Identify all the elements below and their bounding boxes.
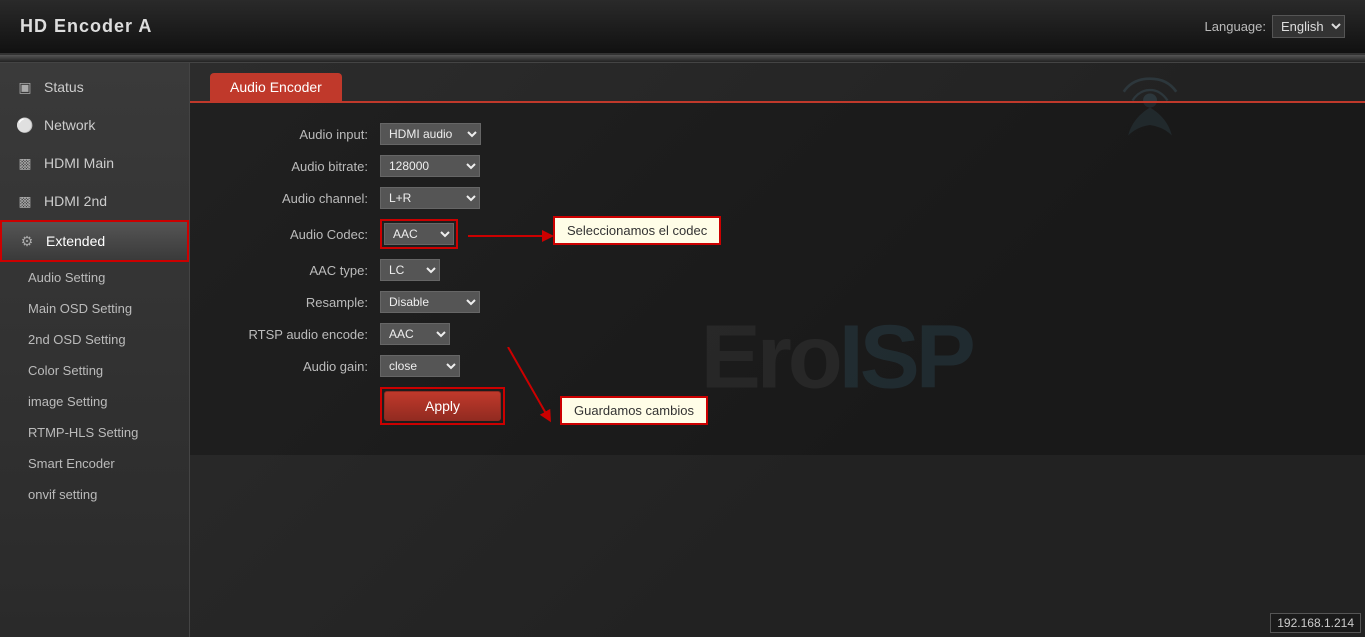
main-layout: ▣ Status ⚪ Network ▩ HDMI Main ▩ HDMI 2n…: [0, 63, 1365, 637]
aac-type-label: AAC type:: [230, 263, 380, 278]
audio-channel-label: Audio channel:: [230, 191, 380, 206]
main-content: EroISP Audio Encoder Audio input: HDMI a…: [190, 63, 1365, 637]
sidebar-sub-2nd-osd[interactable]: 2nd OSD Setting: [0, 324, 189, 355]
resample-row: Resample: Disable Enable: [230, 291, 1325, 313]
audio-bitrate-row: Audio bitrate: 128000 64000 256000: [230, 155, 1325, 177]
sidebar-sub-rtmp-hls[interactable]: RTMP-HLS Setting: [0, 417, 189, 448]
screen-icon-main: ▩: [16, 154, 34, 172]
audio-input-row: Audio input: HDMI audio Analog audio: [230, 123, 1325, 145]
aac-type-select[interactable]: LC HE HEv2: [380, 259, 440, 281]
tab-bar: Audio Encoder: [190, 63, 1365, 101]
audio-codec-select[interactable]: AAC MP3 G711: [384, 223, 454, 245]
ip-badge: 192.168.1.214: [1270, 613, 1361, 633]
rtsp-label: RTSP audio encode:: [230, 327, 380, 342]
tab-audio-encoder[interactable]: Audio Encoder: [210, 73, 342, 101]
sidebar-sub-onvif[interactable]: onvif setting: [0, 479, 189, 510]
sidebar: ▣ Status ⚪ Network ▩ HDMI Main ▩ HDMI 2n…: [0, 63, 190, 637]
rtsp-select[interactable]: AAC MP3: [380, 323, 450, 345]
language-selector[interactable]: Language: English 中文: [1205, 15, 1345, 38]
apply-row: Apply: [230, 387, 1325, 425]
header: HD Encoder A Language: English 中文: [0, 0, 1365, 55]
sidebar-sub-image-setting[interactable]: image Setting: [0, 386, 189, 417]
apply-button-wrapper: Apply: [380, 387, 505, 425]
audio-input-select[interactable]: HDMI audio Analog audio: [380, 123, 481, 145]
apply-button[interactable]: Apply: [384, 391, 501, 421]
audio-gain-select[interactable]: close low medium high: [380, 355, 460, 377]
app-title: HD Encoder A: [20, 16, 152, 37]
audio-channel-select[interactable]: L+R Left Right: [380, 187, 480, 209]
language-dropdown[interactable]: English 中文: [1272, 15, 1345, 38]
sidebar-label-extended: Extended: [46, 233, 105, 249]
language-label: Language:: [1205, 19, 1266, 34]
audio-codec-label: Audio Codec:: [230, 227, 380, 242]
globe-icon: ⚪: [16, 116, 34, 134]
audio-bitrate-select[interactable]: 128000 64000 256000: [380, 155, 480, 177]
sidebar-sub-color-setting[interactable]: Color Setting: [0, 355, 189, 386]
callout-codec: Seleccionamos el codec: [553, 216, 721, 245]
aac-type-row: AAC type: LC HE HEv2: [230, 259, 1325, 281]
sidebar-item-extended[interactable]: ⚙ Extended: [0, 220, 189, 262]
sidebar-item-status[interactable]: ▣ Status: [0, 68, 189, 106]
sidebar-sub-audio-setting[interactable]: Audio Setting: [0, 262, 189, 293]
form-content: Audio input: HDMI audio Analog audio Aud…: [190, 101, 1365, 455]
screen-icon-2nd: ▩: [16, 192, 34, 210]
sidebar-label-hdmi-main: HDMI Main: [44, 155, 114, 171]
sidebar-item-hdmi-2nd[interactable]: ▩ HDMI 2nd: [0, 182, 189, 220]
audio-gain-row: Audio gain: close low medium high: [230, 355, 1325, 377]
sidebar-sub-smart-encoder[interactable]: Smart Encoder: [0, 448, 189, 479]
resample-select[interactable]: Disable Enable: [380, 291, 480, 313]
audio-channel-row: Audio channel: L+R Left Right: [230, 187, 1325, 209]
callout-apply: Guardamos cambios: [560, 396, 708, 425]
sidebar-label-network: Network: [44, 117, 95, 133]
monitor-icon: ▣: [16, 78, 34, 96]
sidebar-item-network[interactable]: ⚪ Network: [0, 106, 189, 144]
audio-gain-label: Audio gain:: [230, 359, 380, 374]
arrow-codec: [468, 226, 558, 246]
sidebar-label-hdmi-2nd: HDMI 2nd: [44, 193, 107, 209]
audio-bitrate-label: Audio bitrate:: [230, 159, 380, 174]
audio-input-label: Audio input:: [230, 127, 380, 142]
resample-label: Resample:: [230, 295, 380, 310]
sidebar-sub-main-osd[interactable]: Main OSD Setting: [0, 293, 189, 324]
sidebar-label-status: Status: [44, 79, 84, 95]
audio-codec-highlight: AAC MP3 G711: [380, 219, 458, 249]
rtsp-row: RTSP audio encode: AAC MP3: [230, 323, 1325, 345]
top-divider: [0, 55, 1365, 63]
sidebar-item-hdmi-main[interactable]: ▩ HDMI Main: [0, 144, 189, 182]
gear-icon: ⚙: [18, 232, 36, 250]
audio-codec-row: Audio Codec: AAC MP3 G711: [230, 219, 1325, 249]
